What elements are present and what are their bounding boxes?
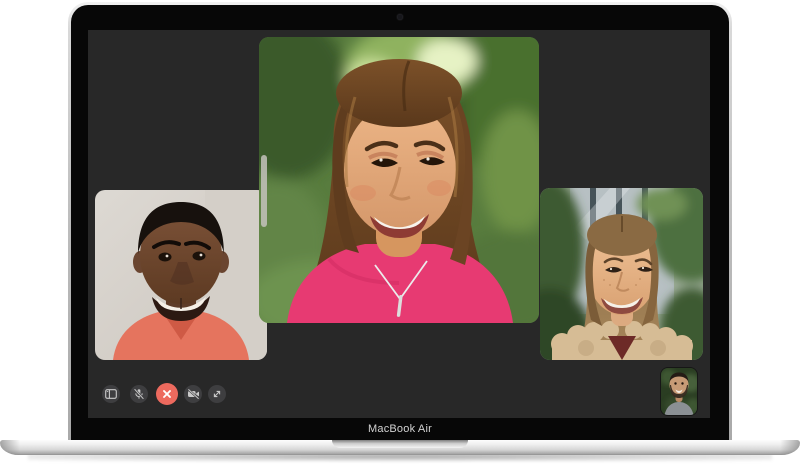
sidebar-icon xyxy=(105,389,117,399)
sidebar-toggle-button[interactable] xyxy=(102,385,120,403)
close-icon xyxy=(162,389,172,399)
webcam xyxy=(397,14,403,20)
resize-button[interactable] xyxy=(208,385,226,403)
participant-portrait-left xyxy=(95,190,267,360)
lid-lift-notch xyxy=(332,440,468,448)
video-tile-self[interactable] xyxy=(661,368,697,415)
participant-portrait-center xyxy=(259,37,539,323)
facetime-window xyxy=(88,30,710,418)
shrink-diagonal-icon xyxy=(211,388,223,400)
macbook-air-mockup: MacBook Air xyxy=(0,0,800,470)
device-label: MacBook Air xyxy=(68,423,732,435)
end-call-button[interactable] xyxy=(156,383,178,405)
mute-button[interactable] xyxy=(130,385,148,403)
mic-muted-icon xyxy=(133,388,145,400)
video-tile-remote-left[interactable] xyxy=(95,190,267,360)
video-tile-remote-center[interactable] xyxy=(259,37,539,323)
participant-portrait-right xyxy=(540,188,703,360)
participant-portrait-self xyxy=(661,368,697,415)
camera-off-button[interactable] xyxy=(184,385,202,403)
video-muted-icon xyxy=(187,388,200,400)
video-tile-remote-right[interactable] xyxy=(540,188,703,360)
